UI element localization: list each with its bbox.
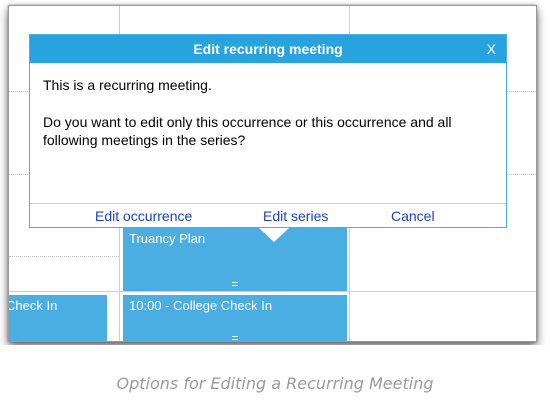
- event-resize-handle[interactable]: =: [123, 278, 347, 290]
- dialog-divider: [30, 203, 506, 204]
- calendar-view: Truancy Plan = Check In 10:00 - College …: [8, 5, 537, 342]
- dialog-pointer-arrow: [259, 228, 289, 242]
- event-check-in[interactable]: Check In: [8, 295, 107, 341]
- dialog-message-question: Do you want to edit only this occurrence…: [43, 114, 452, 148]
- close-button[interactable]: X: [487, 35, 496, 63]
- event-title: Check In: [8, 298, 58, 313]
- edit-series-link[interactable]: Edit series: [263, 208, 328, 224]
- dialog-header: Edit recurring meeting X: [30, 35, 506, 63]
- dialog-title: Edit recurring meeting: [193, 41, 343, 57]
- edit-recurring-dialog: Edit recurring meeting X This is a recur…: [29, 34, 507, 228]
- cancel-link[interactable]: Cancel: [391, 208, 435, 224]
- event-college-check-in[interactable]: 10:00 - College Check In =: [123, 295, 347, 341]
- figure-caption: Options for Editing a Recurring Meeting: [116, 374, 434, 393]
- dialog-actions: Edit occurrence Edit series Cancel: [30, 208, 506, 226]
- grid-row-line: [9, 256, 119, 258]
- grid-row-line: [9, 291, 536, 292]
- dialog-message-intro: This is a recurring meeting.: [43, 77, 212, 93]
- event-title: 10:00 - College Check In: [129, 298, 273, 313]
- screenshot-frame: Truancy Plan = Check In 10:00 - College …: [0, 0, 550, 345]
- dialog-body: This is a recurring meeting. Do you want…: [30, 63, 506, 149]
- event-truancy-plan[interactable]: Truancy Plan =: [123, 228, 347, 291]
- event-title: Truancy Plan: [129, 231, 206, 246]
- event-resize-handle[interactable]: =: [123, 332, 347, 341]
- edit-occurrence-link[interactable]: Edit occurrence: [95, 208, 192, 224]
